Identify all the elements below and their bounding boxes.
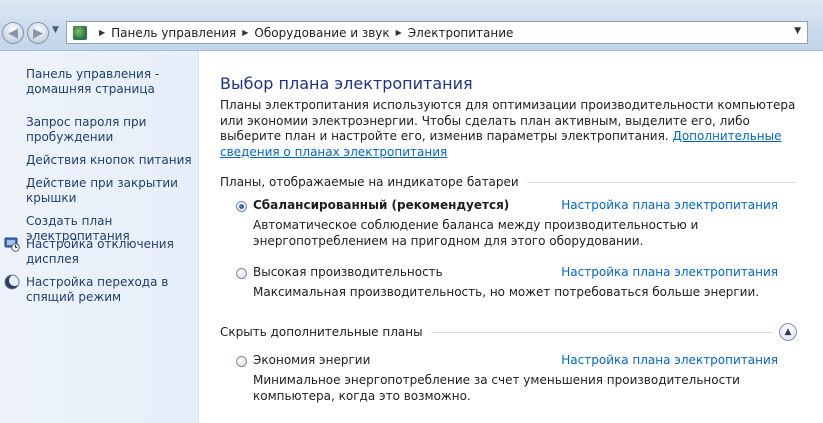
plan-high-performance-radio[interactable] [236, 268, 247, 279]
plan-high-performance-description: Максимальная производительность, но може… [253, 285, 760, 299]
sidebar-link-power-buttons[interactable]: Действия кнопок питания [26, 153, 194, 168]
address-dropdown-icon[interactable]: ▼ [794, 26, 801, 36]
plan-power-saver-name[interactable]: Экономия энергии [253, 353, 370, 367]
recent-pages-dropdown-icon[interactable]: ▼ [52, 25, 59, 35]
address-bar[interactable]: ▶ Панель управления ▶ Оборудование и зву… [66, 21, 808, 44]
plan-power-saver-radio[interactable] [236, 356, 247, 367]
control-panel-icon [73, 25, 87, 40]
chevron-right-icon[interactable]: ▶ [99, 28, 105, 37]
chevron-right-icon[interactable]: ▶ [396, 28, 402, 37]
plan-power-saver-description: Минимальное энергопотребление за счет ум… [253, 373, 740, 403]
sidebar-link-control-panel-home[interactable]: Панель управления - домашняя страница [26, 67, 194, 97]
plan-balanced-radio[interactable] [236, 201, 247, 212]
divider [430, 331, 772, 333]
page-title: Выбор плана электропитания [220, 74, 473, 93]
section-title: Планы, отображаемые на индикаторе батаре… [220, 175, 519, 189]
sidebar-link-sleep[interactable]: Настройка перехода в спящий режим [26, 275, 194, 305]
moon-icon [4, 274, 20, 290]
battery-plans-section: Планы, отображаемые на индикаторе батаре… [220, 174, 796, 190]
plan-balanced-settings-link[interactable]: Настройка плана электропитания [561, 198, 778, 212]
breadcrumb-control-panel[interactable]: Панель управления [111, 26, 236, 40]
breadcrumb-power-options[interactable]: Электропитание [408, 26, 514, 40]
plan-power-saver-settings-link[interactable]: Настройка плана электропитания [561, 353, 778, 367]
intro-text: Планы электропитания используются для оп… [220, 98, 805, 160]
sidebar-link-lid-close[interactable]: Действие при закрытии крышки [26, 176, 194, 206]
sidebar-link-password-on-wakeup[interactable]: Запрос пароля при пробуждении [26, 115, 194, 145]
plan-high-performance-settings-link[interactable]: Настройка плана электропитания [561, 265, 778, 279]
section-title[interactable]: Скрыть дополнительные планы [220, 325, 423, 339]
chevron-up-icon[interactable]: ▲ [779, 323, 797, 341]
forward-arrow-icon[interactable]: ▶ [27, 22, 49, 44]
sidebar-link-display-off[interactable]: Настройка отключения дисплея [26, 237, 194, 267]
plan-high-performance-name[interactable]: Высокая производительность [253, 265, 443, 279]
breadcrumb-hardware-sound[interactable]: Оборудование и звук [254, 26, 389, 40]
plan-balanced-name[interactable]: Сбалансированный (рекомендуется) [253, 198, 509, 212]
divider [526, 181, 796, 183]
back-arrow-icon[interactable]: ◀ [2, 22, 24, 44]
navigation-bar: ◀ ▶ ▼ ▶ Панель управления ▶ Оборудование… [0, 0, 823, 51]
plan-balanced-description: Автоматическое соблюдение баланса между … [253, 218, 699, 248]
hidden-plans-section: Скрыть дополнительные планы [220, 324, 772, 340]
display-icon [4, 237, 20, 252]
chevron-right-icon[interactable]: ▶ [242, 28, 248, 37]
